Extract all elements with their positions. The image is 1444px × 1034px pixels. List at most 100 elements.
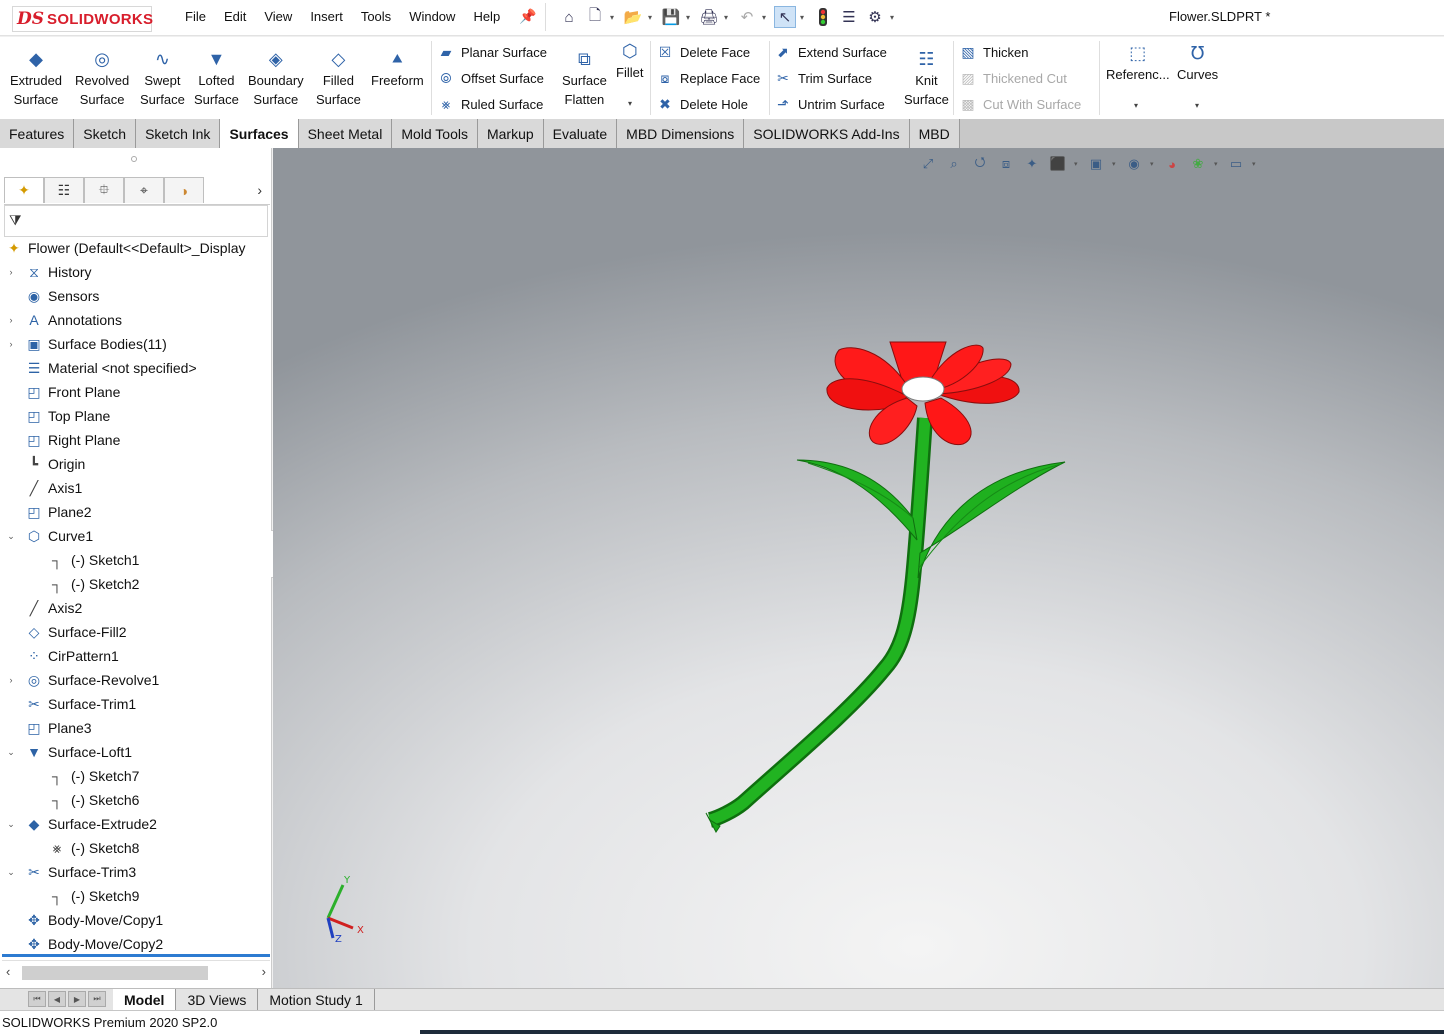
chevron-down-icon[interactable]: ▾ [628, 99, 632, 108]
chevron-right-icon[interactable]: › [6, 675, 16, 685]
feature-manager-icon[interactable]: ✦ [4, 177, 44, 203]
print-icon[interactable]: 🖨 [698, 6, 720, 28]
tab-mbd-dimensions[interactable]: MBD Dimensions [617, 119, 745, 148]
new-document-icon[interactable]: 🗋 [584, 6, 606, 28]
tree-item[interactable]: ⌄ ◆ Surface-Extrude2 [0, 812, 157, 836]
chevron-right-icon[interactable]: › [6, 267, 16, 277]
untrim-surface-button[interactable]: ⬏ Untrim Surface [774, 93, 885, 115]
tab-motion-study-1[interactable]: Motion Study 1 [258, 989, 375, 1010]
tab-model[interactable]: Model [113, 989, 177, 1010]
tab-markup[interactable]: Markup [477, 119, 544, 148]
menu-tools[interactable]: Tools [352, 9, 400, 24]
lofted-surface-button[interactable]: ▼ Lofted Surface [194, 47, 239, 109]
options-icon[interactable]: ⚙ [864, 6, 886, 28]
fillet-button[interactable]: ⬡ Fillet [616, 39, 643, 82]
chevron-down-icon[interactable]: ▾ [648, 13, 656, 22]
delete-hole-button[interactable]: ✖ Delete Hole [656, 93, 748, 115]
extend-surface-button[interactable]: ⬈ Extend Surface [774, 41, 887, 63]
tree-item[interactable]: ┐ (-) Sketch9 [0, 884, 139, 908]
chevron-down-icon[interactable]: ▾ [800, 13, 808, 22]
tab-mold-tools[interactable]: Mold Tools [392, 119, 478, 148]
chevron-down-icon[interactable]: ▾ [890, 13, 898, 22]
revolved-surface-button[interactable]: ◎ Revolved Surface [75, 47, 129, 109]
menu-view[interactable]: View [255, 9, 301, 24]
chevron-right-icon[interactable]: › [6, 339, 16, 349]
swept-surface-button[interactable]: ∿ Swept Surface [140, 47, 185, 109]
scroll-right-icon[interactable]: › [262, 964, 266, 979]
tree-item[interactable]: ✥ Body-Move/Copy1 [0, 908, 163, 932]
tree-item[interactable]: ⁘ CirPattern1 [0, 644, 119, 668]
chevron-down-icon[interactable]: ▾ [724, 13, 732, 22]
home-icon[interactable]: ⌂ [558, 6, 580, 28]
tree-item[interactable]: ⨳ (-) Sketch8 [0, 836, 140, 860]
menu-edit[interactable]: Edit [215, 9, 255, 24]
tree-item[interactable]: ╱ Axis2 [0, 596, 82, 620]
surface-flatten-button[interactable]: ⧉ Surface Flatten [562, 47, 607, 109]
property-manager-icon[interactable]: ☷ [44, 177, 84, 203]
horizontal-scrollbar[interactable]: ‹ › [2, 960, 270, 984]
chevron-right-icon[interactable]: › [6, 315, 16, 325]
tab-sketch[interactable]: Sketch [74, 119, 137, 148]
flower-model[interactable] [273, 148, 1444, 988]
freeform-button[interactable]: ⯅ Freeform [371, 47, 424, 90]
knit-surface-button[interactable]: ☷ Knit Surface [904, 47, 949, 109]
filled-surface-button[interactable]: ◇ Filled Surface [316, 47, 361, 109]
configuration-manager-icon[interactable]: ⯐ [84, 177, 124, 203]
undo-icon[interactable]: ↶ [736, 6, 758, 28]
tree-item[interactable]: › A Annotations [0, 308, 122, 332]
tree-item[interactable]: ┐ (-) Sketch7 [0, 764, 139, 788]
tree-item[interactable]: ┐ (-) Sketch2 [0, 572, 139, 596]
tree-item[interactable]: ◰ Plane3 [0, 716, 91, 740]
tree-item[interactable]: ⌄ ▼ Surface-Loft1 [0, 740, 132, 764]
tab-sheet-metal[interactable]: Sheet Metal [298, 119, 393, 148]
panel-grip[interactable] [131, 156, 137, 162]
open-icon[interactable]: 📂 [622, 6, 644, 28]
extruded-surface-button[interactable]: ◆ Extruded Surface [10, 47, 62, 109]
chevron-down-icon[interactable]: ⌄ [6, 531, 16, 542]
tree-item[interactable]: ◰ Plane2 [0, 500, 91, 524]
last-tab-icon[interactable]: ⏭ [88, 991, 106, 1007]
menu-window[interactable]: Window [400, 9, 464, 24]
scroll-thumb[interactable] [22, 966, 208, 980]
tab-sketch-ink[interactable]: Sketch Ink [136, 119, 221, 148]
tree-filter-input[interactable]: ⧩ [4, 205, 268, 237]
menu-file[interactable]: File [176, 9, 215, 24]
chevron-down-icon[interactable]: ▾ [762, 13, 770, 22]
menu-insert[interactable]: Insert [301, 9, 352, 24]
delete-face-button[interactable]: ☒ Delete Face [656, 41, 750, 63]
curves-button[interactable]: ℧ Curves [1177, 41, 1218, 84]
pin-icon[interactable]: 📌 [519, 8, 536, 25]
thickened-cut-button[interactable]: ▨ Thickened Cut [959, 67, 1066, 89]
chevron-down-icon[interactable]: ▾ [610, 13, 618, 22]
thicken-button[interactable]: ▧ Thicken [959, 41, 1028, 63]
chevron-down-icon[interactable]: ⌄ [6, 867, 16, 878]
graphics-area[interactable]: ⤢ ⌕ ⭯ ⧈ ✦ ⬛ ▾ ▣ ▾ ◉ ▾ ◕ ❀ ▾ ▭ ▾ Y X Z [273, 148, 1444, 988]
solidworks-logo[interactable]: DS SOLIDWORKS [12, 6, 153, 32]
ruled-surface-button[interactable]: ⨳ Ruled Surface [437, 93, 544, 115]
display-manager-icon[interactable]: ◑ [164, 177, 204, 203]
tree-item[interactable]: ┐ (-) Sketch1 [0, 548, 139, 572]
select-icon[interactable]: ↖ [774, 6, 796, 28]
tree-item[interactable]: ✂ Surface-Trim1 [0, 692, 136, 716]
tree-item[interactable]: ┗ Origin [0, 452, 86, 476]
scroll-left-icon[interactable]: ‹ [6, 964, 10, 979]
chevron-down-icon[interactable]: ▾ [686, 13, 694, 22]
tree-item[interactable]: › ▣ Surface Bodies(11) [0, 332, 167, 356]
file-properties-icon[interactable]: ☰ [838, 6, 860, 28]
first-tab-icon[interactable]: ⏮ [28, 991, 46, 1007]
cut-with-surface-button[interactable]: ▩ Cut With Surface [959, 93, 1081, 115]
tree-item[interactable]: ✥ Body-Move/Copy2 [0, 932, 163, 956]
tree-item[interactable]: ◰ Top Plane [0, 404, 110, 428]
chevron-down-icon[interactable]: ▾ [1195, 101, 1199, 110]
trim-surface-button[interactable]: ✂ Trim Surface [774, 67, 872, 89]
chevron-down-icon[interactable]: ▾ [1134, 101, 1138, 110]
chevron-down-icon[interactable]: ⌄ [6, 747, 16, 758]
tree-root-part[interactable]: ✦ Flower (Default<<Default>_Display [4, 236, 245, 260]
tree-item[interactable]: › ⧖ History [0, 260, 92, 284]
save-icon[interactable]: 💾 [660, 6, 682, 28]
dimxpert-icon[interactable]: ⌖ [124, 177, 164, 203]
tree-item[interactable]: ⌄ ✂ Surface-Trim3 [0, 860, 136, 884]
offset-surface-button[interactable]: ⦾ Offset Surface [437, 67, 543, 89]
tree-item[interactable]: ◰ Front Plane [0, 380, 120, 404]
tab-features[interactable]: Features [0, 119, 75, 148]
